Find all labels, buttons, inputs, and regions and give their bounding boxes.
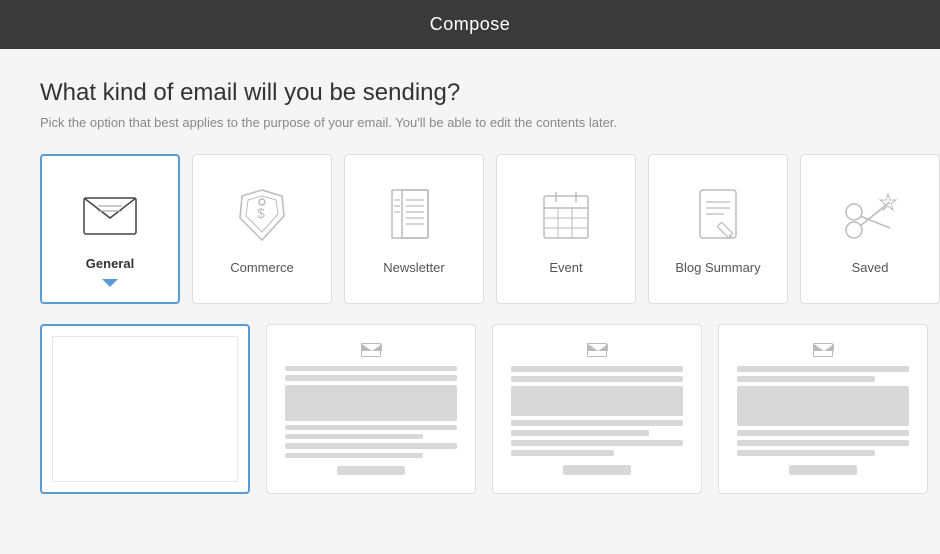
tpl3-bar4 [737,440,909,446]
event-label: Event [549,260,582,275]
page-question: What kind of email will you be sending? [40,79,900,107]
event-icon-area [534,184,598,248]
page-header: Compose [0,0,940,49]
blog-summary-label: Blog Summary [675,260,760,275]
tpl3-bar5 [737,450,875,456]
tpl1-bar4 [285,434,423,439]
email-type-grid: General $ Commerce [40,154,900,304]
template-card-3[interactable] [718,324,928,494]
template-1-preview [277,335,465,483]
saved-label: Saved [852,260,889,275]
commerce-icon-area: $ [230,184,294,248]
tpl1-bar3 [285,425,457,430]
general-label: General [86,256,134,271]
tpl2-bar4 [511,430,649,436]
tpl2-bar1 [511,366,683,372]
type-card-saved[interactable]: Saved [800,154,940,304]
tpl1-block1 [285,385,457,421]
tpl1-bar2 [285,375,457,380]
tpl2-email-icon [587,343,607,357]
type-card-event[interactable]: Event [496,154,636,304]
main-content: What kind of email will you be sending? … [0,49,940,514]
tpl1-bar6 [285,453,423,458]
tpl3-bar2 [737,376,875,382]
type-card-newsletter[interactable]: Newsletter [344,154,484,304]
type-card-commerce[interactable]: $ Commerce [192,154,332,304]
tpl1-bar1 [285,366,457,371]
newsletter-icon-area [382,184,446,248]
type-card-general[interactable]: General [40,154,180,304]
tpl3-bar3 [737,430,909,436]
tpl3-btn [789,465,858,475]
tpl1-btn [337,466,406,475]
saved-icon-area [838,184,902,248]
tpl2-bar5 [511,440,683,446]
tpl2-bar6 [511,450,614,456]
tpl2-bar2 [511,376,683,382]
template-card-1[interactable] [266,324,476,494]
newsletter-label: Newsletter [383,260,444,275]
template-blank-preview [52,336,238,482]
type-card-blog-summary[interactable]: Blog Summary [648,154,788,304]
template-3-preview [729,335,917,483]
tpl2-bar3 [511,420,683,426]
tpl3-block1 [737,386,909,426]
general-icon-area [78,180,142,244]
svg-text:$: $ [257,205,265,221]
tpl2-btn [563,465,632,475]
tpl1-bar5 [285,443,457,448]
header-title: Compose [430,14,511,34]
page-subtitle: Pick the option that best applies to the… [40,115,900,130]
tpl2-block1 [511,386,683,416]
template-2-preview [503,335,691,483]
tpl1-email-icon [361,343,381,357]
commerce-label: Commerce [230,260,294,275]
template-card-blank[interactable] [40,324,250,494]
tpl3-email-icon [813,343,833,357]
template-card-2[interactable] [492,324,702,494]
blog-summary-icon-area [686,184,750,248]
tpl3-bar1 [737,366,909,372]
template-grid [40,324,900,494]
